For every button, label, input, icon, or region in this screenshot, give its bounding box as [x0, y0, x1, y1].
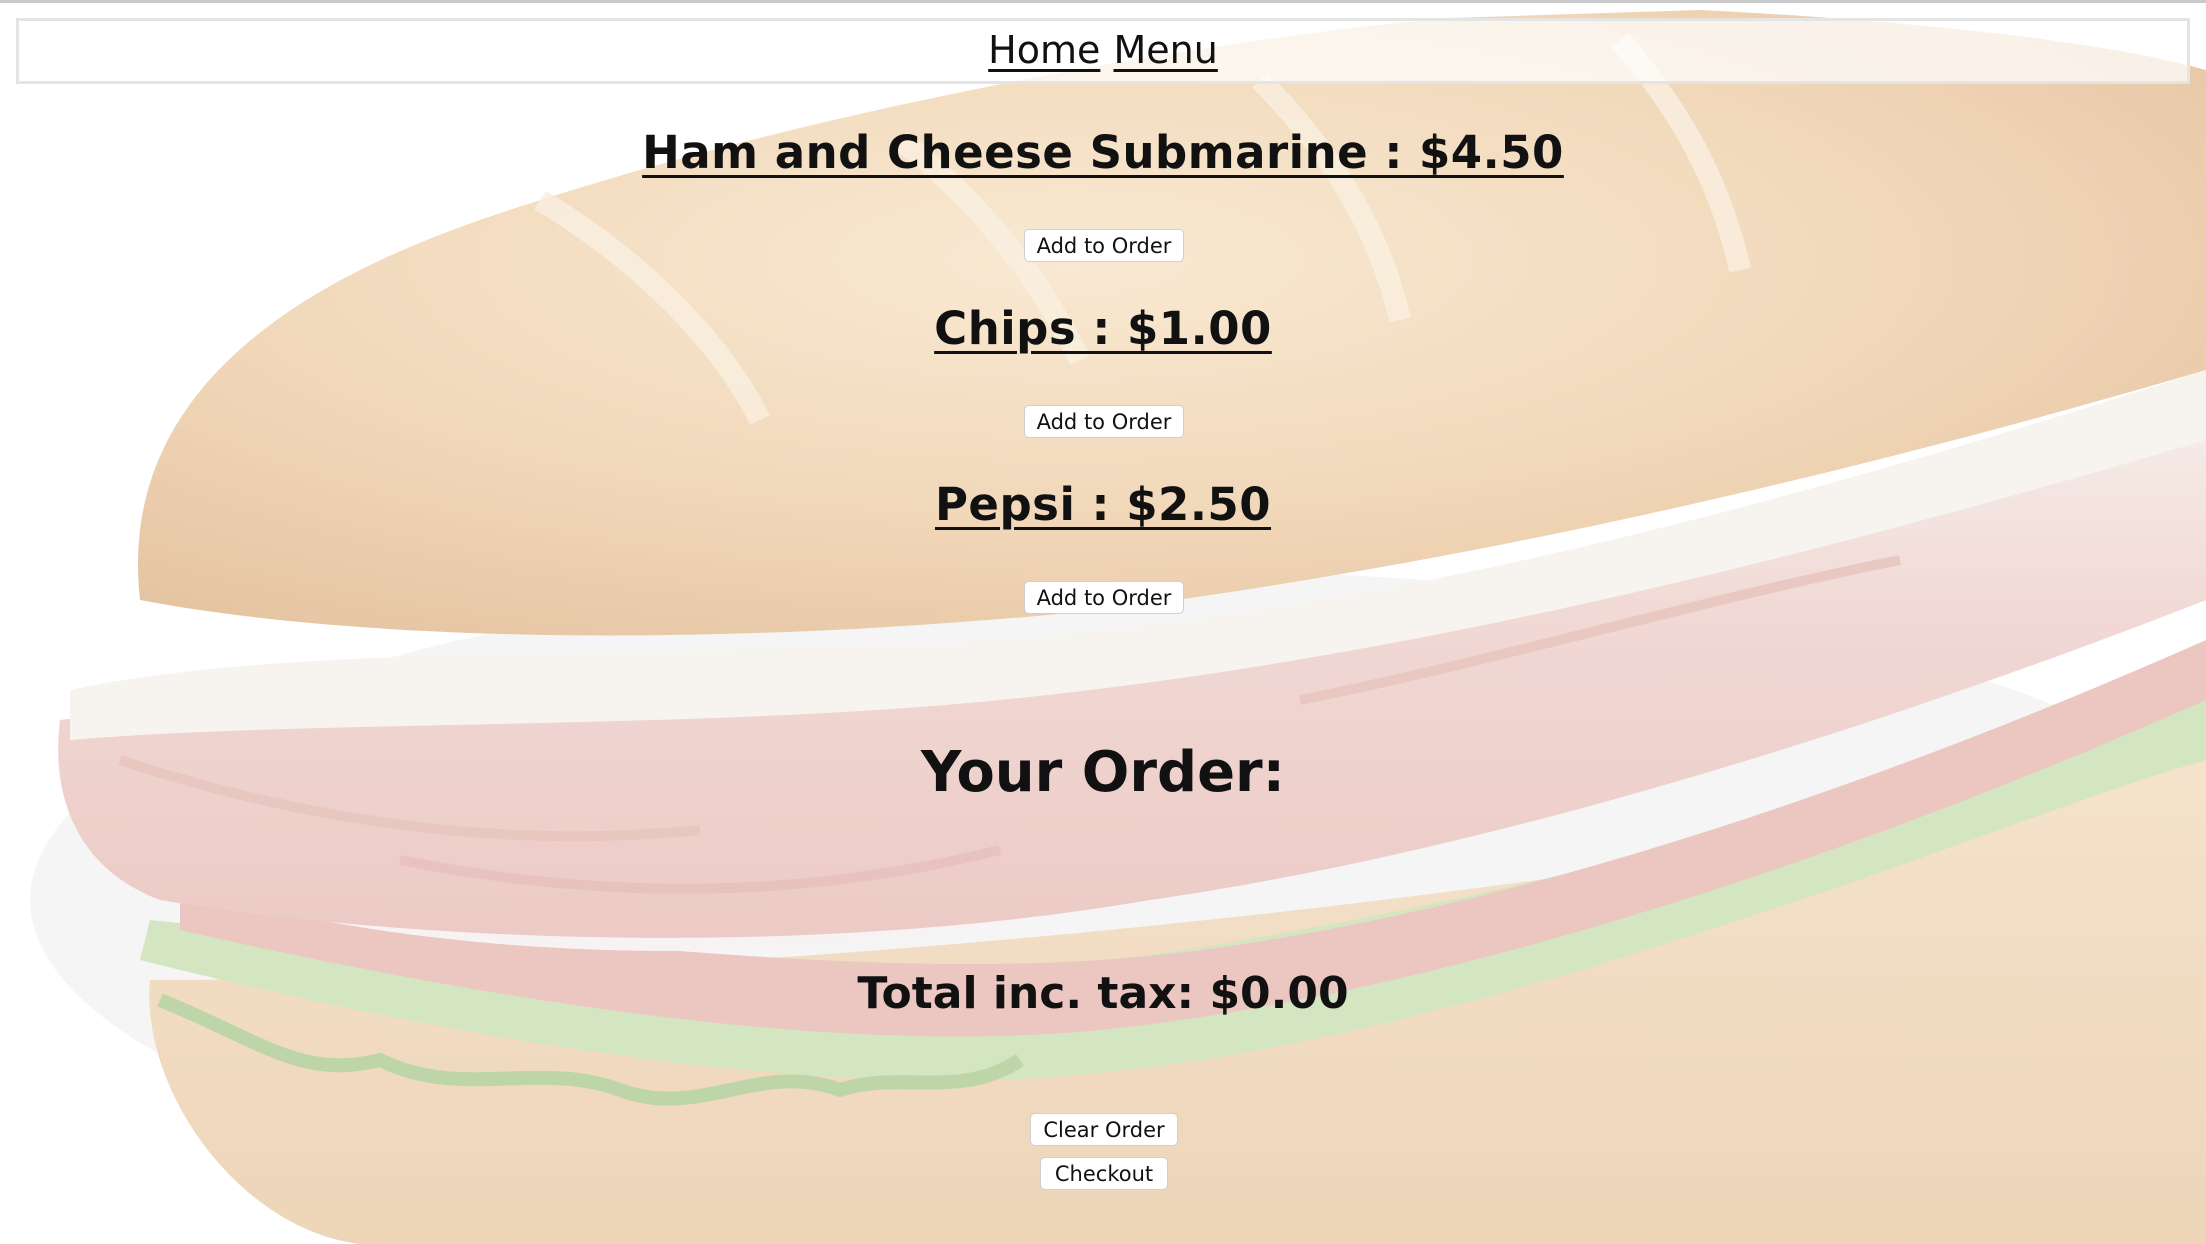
menu-item-title: Pepsi : $2.50: [934, 478, 1272, 531]
add-to-order-button[interactable]: Add to Order: [1024, 581, 1184, 614]
menu-item-title: Chips : $1.00: [934, 302, 1272, 355]
add-to-order-button[interactable]: Add to Order: [1024, 229, 1184, 262]
clear-order-button[interactable]: Clear Order: [1030, 1113, 1178, 1146]
menu-item-title: Ham and Cheese Submarine : $4.50: [642, 126, 1564, 179]
order-heading: Your Order:: [920, 740, 1286, 805]
checkout-button[interactable]: Checkout: [1040, 1157, 1168, 1190]
order-total: Total inc. tax: $0.00: [857, 968, 1349, 1019]
add-to-order-button[interactable]: Add to Order: [1024, 405, 1184, 438]
menu-content: Ham and Cheese Submarine : $4.50 Add to …: [0, 0, 2206, 1244]
